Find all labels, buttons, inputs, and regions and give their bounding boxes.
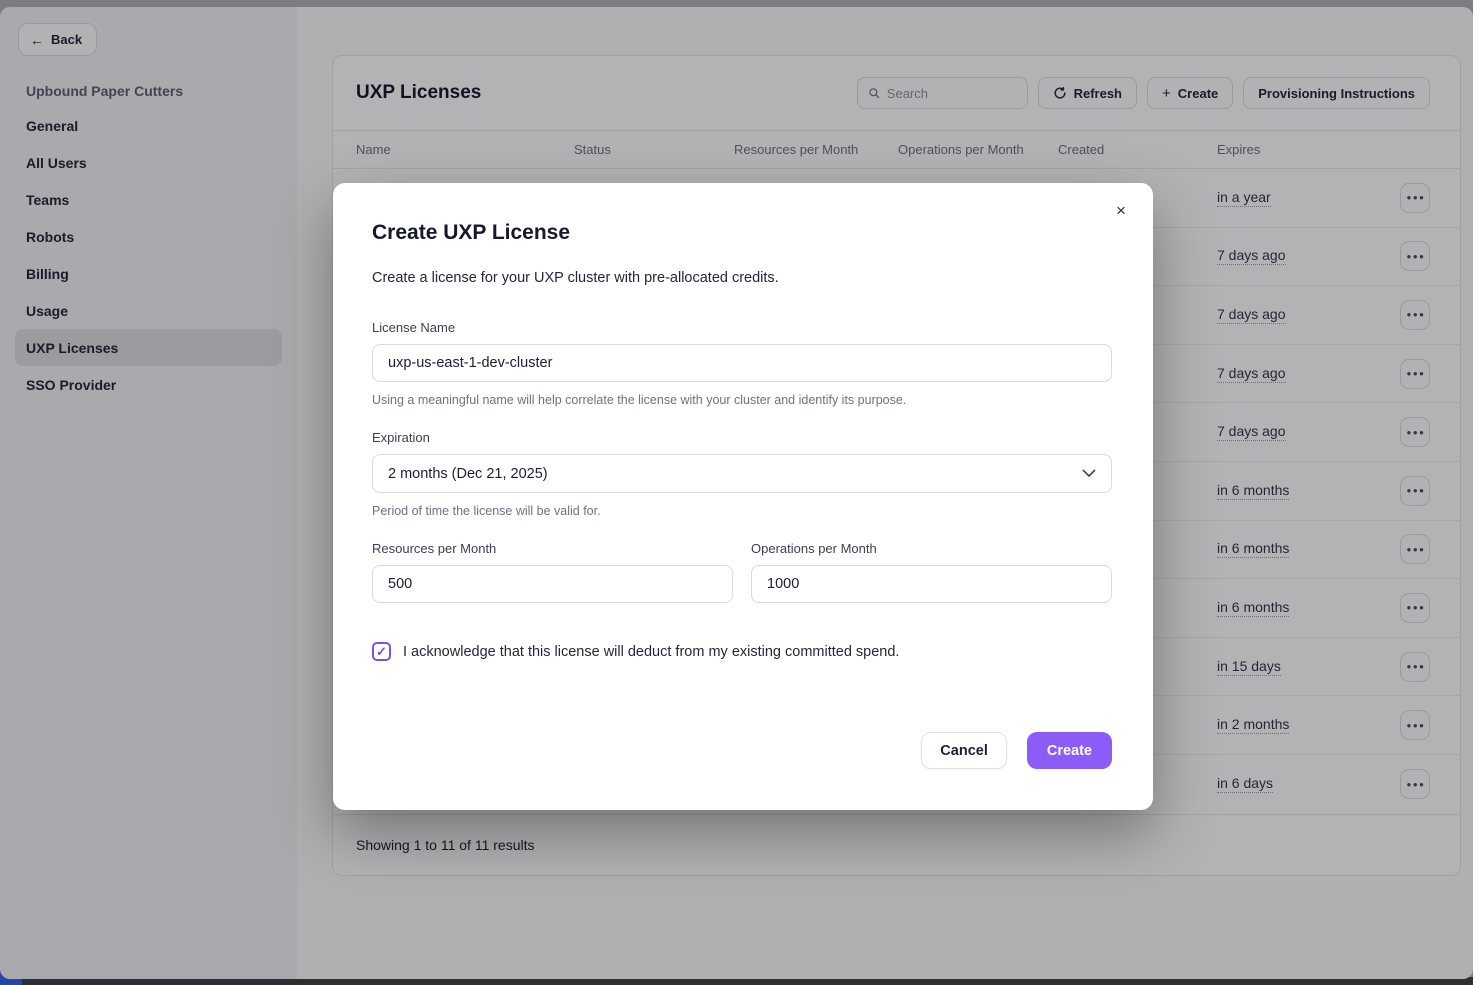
- license-name-input[interactable]: [372, 344, 1112, 382]
- operations-input[interactable]: [751, 565, 1112, 603]
- resources-label: Resources per Month: [372, 541, 733, 556]
- license-name-label: License Name: [372, 320, 1112, 335]
- operations-label: Operations per Month: [751, 541, 1112, 556]
- operations-field-group: Operations per Month: [751, 541, 1112, 603]
- cancel-button[interactable]: Cancel: [921, 732, 1007, 769]
- acknowledge-label: I acknowledge that this license will ded…: [403, 644, 899, 660]
- modal-title: Create UXP License: [372, 221, 1112, 245]
- expiration-helper: Period of time the license will be valid…: [372, 504, 1112, 518]
- expiration-field-group: Expiration 2 months (Dec 21, 2025) Perio…: [372, 430, 1112, 518]
- acknowledge-row: ✓ I acknowledge that this license will d…: [372, 642, 1112, 661]
- expiration-label: Expiration: [372, 430, 1112, 445]
- create-license-modal: × Create UXP License Create a license fo…: [333, 183, 1153, 810]
- resources-input[interactable]: [372, 565, 733, 603]
- modal-actions: Cancel Create: [921, 732, 1112, 769]
- license-name-helper: Using a meaningful name will help correl…: [372, 393, 1112, 407]
- check-icon: ✓: [376, 644, 387, 660]
- resources-field-group: Resources per Month: [372, 541, 733, 603]
- acknowledge-checkbox[interactable]: ✓: [372, 642, 391, 661]
- close-icon[interactable]: ×: [1110, 200, 1132, 222]
- create-submit-button[interactable]: Create: [1027, 732, 1112, 769]
- right-gutter: [1473, 0, 1483, 985]
- expiration-value: 2 months (Dec 21, 2025): [388, 466, 548, 482]
- modal-description: Create a license for your UXP cluster wi…: [372, 270, 1112, 286]
- license-name-field-group: License Name Using a meaningful name wil…: [372, 320, 1112, 407]
- expiration-select[interactable]: 2 months (Dec 21, 2025): [372, 454, 1112, 493]
- chevron-down-icon: [1082, 469, 1096, 478]
